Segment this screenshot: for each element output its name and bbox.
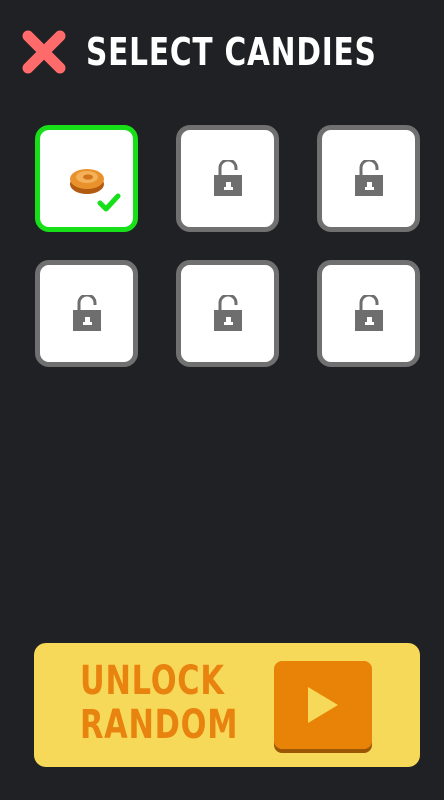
close-button[interactable]	[18, 26, 70, 78]
candy-grid	[35, 125, 420, 367]
padlock-icon	[213, 294, 242, 331]
close-x-icon	[22, 30, 66, 74]
header: SELECT CANDIES	[18, 24, 444, 80]
checkmark-icon	[97, 193, 121, 212]
candy-slot-locked[interactable]	[176, 125, 279, 232]
padlock-icon	[213, 159, 242, 196]
padlock-icon	[354, 294, 383, 331]
unlock-random-label: UNLOCK RANDOM	[80, 658, 239, 748]
padlock-icon	[354, 159, 383, 196]
candy-icon	[69, 168, 104, 194]
unlock-random-button[interactable]: UNLOCK RANDOM	[34, 643, 420, 767]
candy-slot-locked[interactable]	[35, 260, 138, 367]
play-button[interactable]	[274, 661, 372, 749]
padlock-icon	[72, 294, 101, 331]
play-icon	[308, 687, 338, 723]
page-title: SELECT CANDIES	[86, 30, 377, 74]
candy-slot-selected[interactable]	[35, 125, 138, 232]
candy-slot-locked[interactable]	[317, 260, 420, 367]
candy-slot-locked[interactable]	[176, 260, 279, 367]
candy-slot-locked[interactable]	[317, 125, 420, 232]
